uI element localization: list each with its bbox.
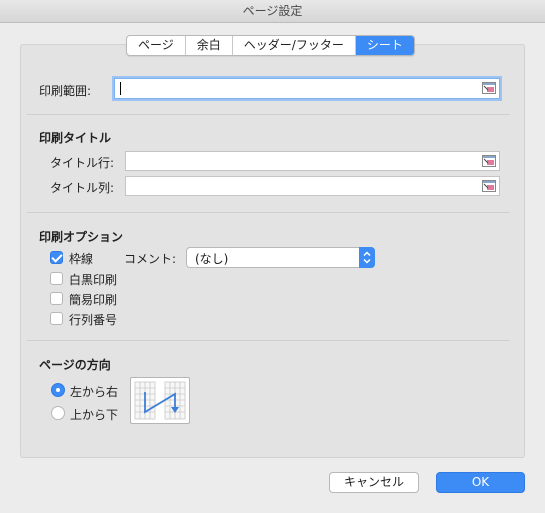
cancel-button[interactable]: キャンセル	[329, 472, 419, 493]
gridlines-label: 枠線	[69, 252, 94, 266]
divider	[27, 212, 510, 213]
chevron-updown-icon	[359, 247, 375, 268]
divider	[27, 340, 510, 341]
print-titles-heading: 印刷タイトル	[39, 131, 112, 145]
order-down-radio[interactable]	[51, 406, 65, 420]
print-options-heading: 印刷オプション	[39, 230, 124, 244]
range-picker-icon[interactable]	[482, 154, 496, 168]
order-down-label: 上から下	[70, 408, 119, 422]
comments-value: (なし)	[195, 252, 229, 266]
range-picker-icon[interactable]	[482, 81, 496, 95]
tab-page[interactable]: ページ	[127, 36, 186, 55]
gridlines-checkbox[interactable]	[50, 251, 63, 264]
text-caret	[120, 82, 121, 95]
order-across-radio[interactable]	[51, 383, 65, 397]
comments-label: コメント:	[124, 252, 177, 266]
range-picker-icon[interactable]	[482, 179, 496, 193]
divider	[27, 114, 510, 115]
tab-margins[interactable]: 余白	[186, 36, 233, 55]
ok-button[interactable]: OK	[436, 472, 525, 493]
title-cols-label: タイトル列:	[50, 181, 115, 195]
tab-sheet[interactable]: シート	[355, 36, 414, 55]
draft-print-label: 簡易印刷	[69, 293, 118, 307]
window-title: ページ設定	[0, 0, 545, 23]
title-cols-input[interactable]	[125, 176, 500, 196]
tab-bar: ページ 余白 ヘッダー/フッター シート	[126, 35, 415, 56]
print-area-label: 印刷範囲:	[39, 84, 92, 98]
row-col-headings-checkbox[interactable]	[50, 312, 63, 325]
print-area-input[interactable]	[114, 78, 500, 99]
comments-select[interactable]: (なし)	[186, 247, 375, 268]
page-order-preview-icon	[130, 377, 190, 424]
page-order-heading: ページの方向	[39, 358, 111, 372]
title-rows-label: タイトル行:	[50, 156, 115, 170]
bw-print-checkbox[interactable]	[50, 272, 63, 285]
order-across-label: 左から右	[70, 385, 119, 399]
tab-header-footer[interactable]: ヘッダー/フッター	[233, 36, 356, 55]
title-rows-input[interactable]	[125, 151, 500, 171]
bw-print-label: 白黒印刷	[69, 273, 118, 287]
draft-print-checkbox[interactable]	[50, 292, 63, 305]
row-col-headings-label: 行列番号	[69, 313, 118, 327]
